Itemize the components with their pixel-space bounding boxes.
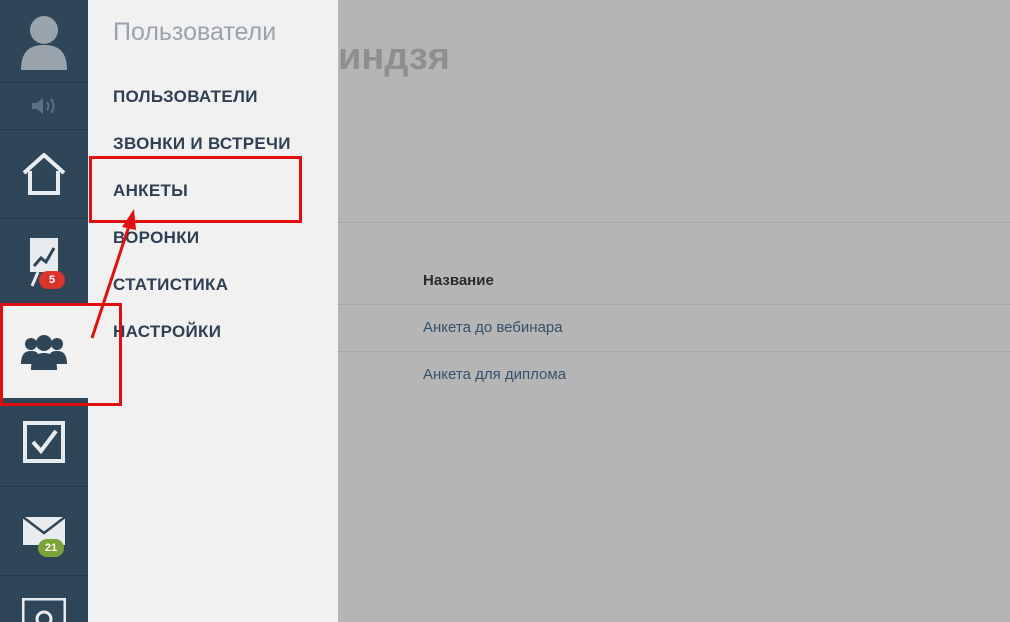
annotation-arrow — [90, 209, 136, 339]
